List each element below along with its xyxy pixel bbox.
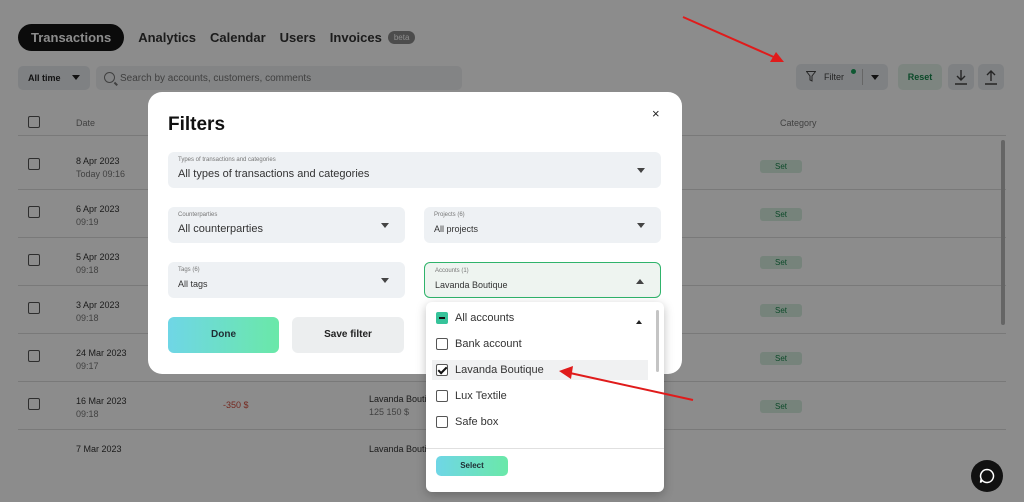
option-checkbox[interactable] (436, 338, 448, 350)
chat-button[interactable] (971, 460, 1003, 492)
chevron-down-icon (637, 223, 645, 228)
types-value: All types of transactions and categories (178, 168, 370, 180)
accounts-value: Lavanda Boutique (435, 280, 508, 290)
option-label: Lux Textile (455, 390, 507, 402)
types-label: Types of transactions and categories (178, 157, 276, 163)
option-checkbox[interactable] (436, 416, 448, 428)
dropdown-divider (426, 448, 664, 449)
accounts-label: Accounts (1) (435, 268, 469, 274)
option-checkbox[interactable] (436, 364, 448, 376)
option-lux-textile[interactable]: Lux Textile (432, 386, 648, 406)
counterparties-select[interactable]: Counterparties All counterparties (168, 207, 405, 243)
accounts-select[interactable]: Accounts (1) Lavanda Boutique (424, 262, 661, 298)
chevron-up-icon (636, 279, 644, 284)
tags-value: All tags (178, 279, 208, 289)
counterparties-value: All counterparties (178, 223, 263, 235)
chevron-up-icon[interactable] (636, 320, 642, 324)
option-checkbox[interactable] (436, 390, 448, 402)
counterparties-label: Counterparties (178, 212, 218, 218)
save-filter-button[interactable]: Save filter (292, 317, 404, 353)
option-label: Bank account (455, 338, 522, 350)
tags-label: Tags (6) (178, 267, 200, 273)
accounts-dropdown: All accounts Bank account Lavanda Boutiq… (426, 302, 664, 492)
close-icon[interactable]: × (652, 106, 660, 121)
option-lavanda-boutique[interactable]: Lavanda Boutique (432, 360, 648, 380)
option-label: All accounts (455, 312, 515, 324)
chat-bubble-icon (979, 468, 995, 484)
option-checkbox[interactable] (436, 312, 448, 324)
option-label: Lavanda Boutique (455, 364, 544, 376)
types-select[interactable]: Types of transactions and categories All… (168, 152, 661, 188)
dropdown-scrollbar[interactable] (656, 310, 659, 372)
done-button[interactable]: Done (168, 317, 279, 353)
option-all-accounts[interactable]: All accounts (432, 308, 648, 328)
select-button[interactable]: Select (436, 456, 508, 476)
option-safe-box[interactable]: Safe box (432, 412, 648, 432)
chevron-down-icon (637, 168, 645, 173)
chevron-down-icon (381, 223, 389, 228)
app-window: Transactions Analytics Calendar Users In… (0, 0, 1024, 502)
projects-value: All projects (434, 224, 479, 234)
option-label: Safe box (455, 416, 499, 428)
projects-label: Projects (6) (434, 212, 465, 218)
tags-select[interactable]: Tags (6) All tags (168, 262, 405, 298)
modal-title: Filters (168, 114, 226, 135)
option-bank-account[interactable]: Bank account (432, 334, 648, 354)
projects-select[interactable]: Projects (6) All projects (424, 207, 661, 243)
chevron-down-icon (381, 278, 389, 283)
